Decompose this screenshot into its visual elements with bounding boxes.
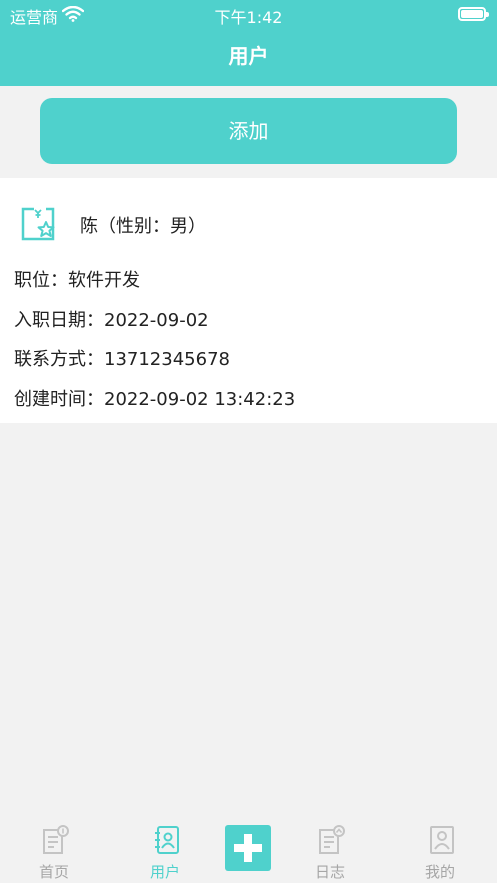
user-hire-date: 入职日期：2022-09-02 [14,310,209,331]
status-time: 下午1:42 [214,8,283,27]
tab-profile[interactable]: 我的 [390,813,490,883]
tab-log[interactable]: 日志 [280,813,380,883]
profile-icon [430,826,454,854]
status-bar: 运营商 下午1:42 [0,0,497,30]
tab-log-label: 日志 [314,863,345,881]
add-tab-button[interactable] [225,825,271,871]
log-doc-icon [319,825,345,854]
battery-icon [458,7,489,21]
tab-home-label: 首页 [38,863,69,881]
user-name-gender: 陈（性别：男） [80,216,206,237]
add-button[interactable]: 添加 [40,98,457,164]
user-created-time: 创建时间：2022-09-02 13:42:23 [14,389,296,410]
tab-users[interactable]: 用户 [115,813,215,883]
tab-profile-label: 我的 [424,863,455,881]
user-card[interactable]: 陈（性别：男） 职位：软件开发 入职日期：2022-09-02 联系方式：137… [0,178,497,423]
nav-bar: 用户 [0,30,497,86]
plus-icon [234,834,262,862]
user-position: 职位：软件开发 [14,270,140,291]
tab-bar: 首页 用户 日志 我的 [0,813,497,883]
tab-users-label: 用户 [149,863,180,881]
tab-home[interactable]: 首页 [4,813,104,883]
home-doc-icon [43,825,69,854]
user-book-icon [155,826,179,854]
user-star-icon [21,206,55,241]
user-contact: 联系方式：13712345678 [14,349,230,370]
page-title: 用户 [228,44,269,68]
